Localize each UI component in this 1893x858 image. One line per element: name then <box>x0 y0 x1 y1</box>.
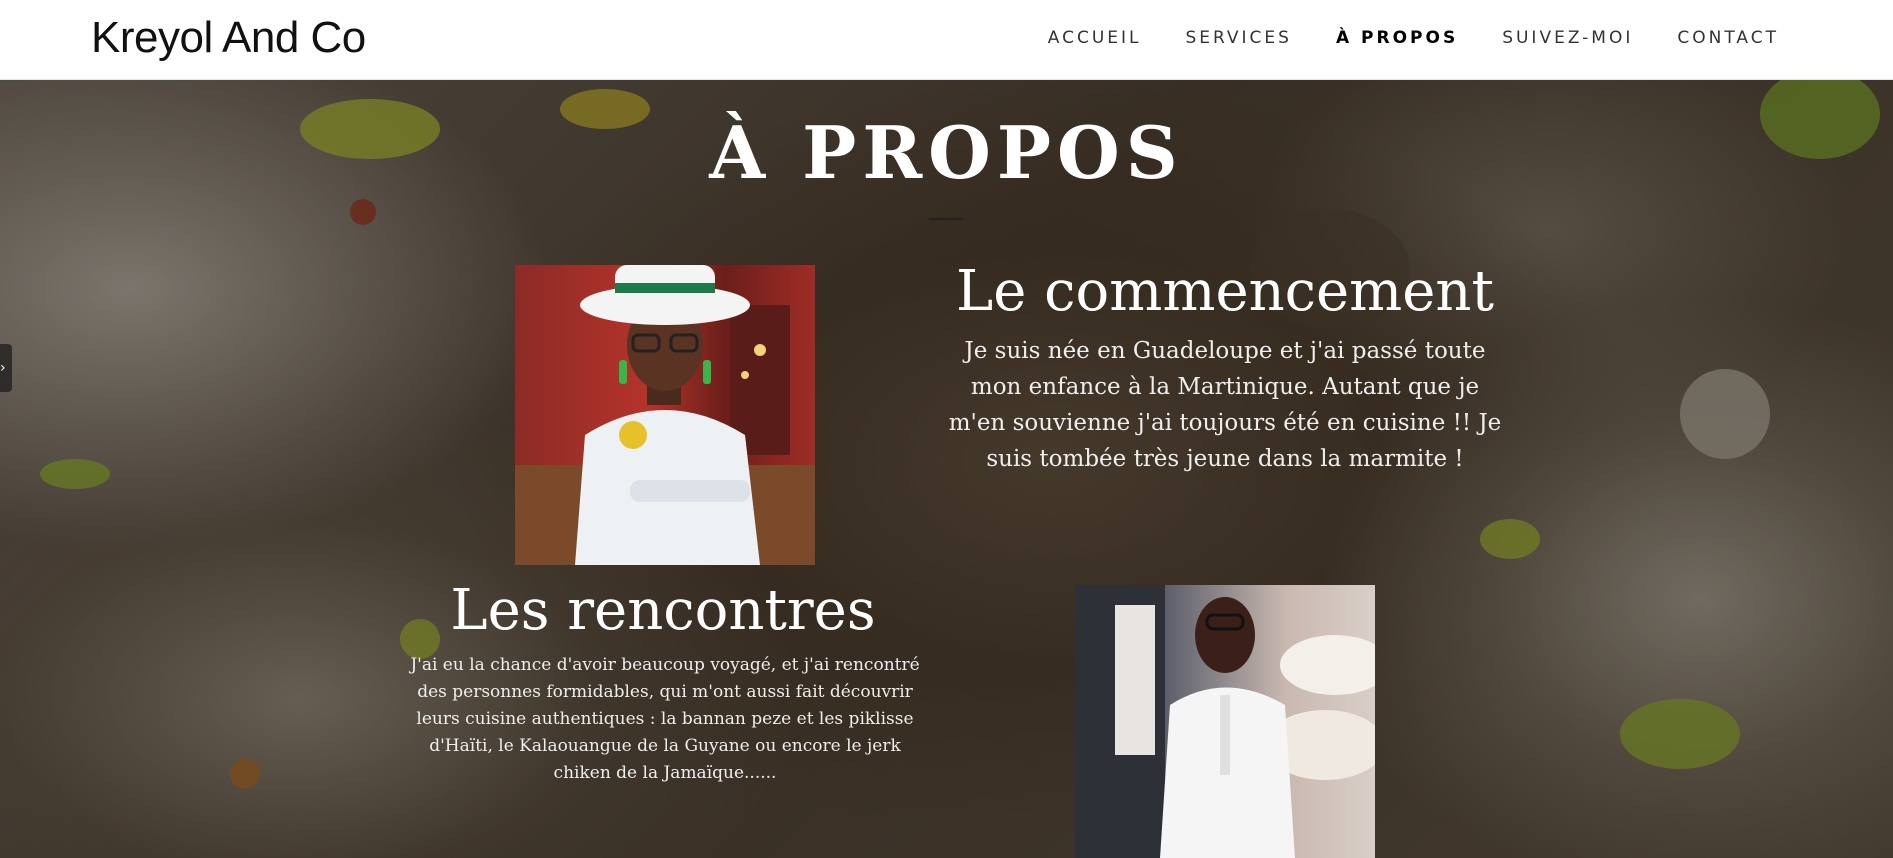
nav-item-suivez-moi[interactable]: SUIVEZ-MOI <box>1502 24 1633 52</box>
block-text-rencontres: J'ai eu la chance d'avoir beaucoup voyag… <box>410 655 920 783</box>
nav-item-services[interactable]: SERVICES <box>1186 24 1292 52</box>
block-text-commencement: Je suis née en Guadeloupe et j'ai passé … <box>948 338 1502 472</box>
site-header: Kreyol And Co ACCUEIL SERVICES À PROPOS … <box>0 0 1893 80</box>
chef-portrait-illustration <box>515 265 815 565</box>
chef-kitchen-photo <box>1075 585 1375 858</box>
chef-kitchen-illustration <box>1075 585 1375 858</box>
brand-logo[interactable]: Kreyol And Co <box>91 10 366 66</box>
block-heading-commencement: Le commencement <box>956 259 1494 324</box>
chevron-right-icon: › <box>0 360 6 376</box>
side-panel-toggle[interactable]: › <box>0 344 12 392</box>
nav-item-accueil[interactable]: ACCUEIL <box>1048 24 1142 52</box>
nav-item-contact[interactable]: CONTACT <box>1677 24 1779 52</box>
title-divider <box>929 218 963 220</box>
page-title: À PROPOS <box>709 110 1184 195</box>
chef-portrait-photo <box>515 265 815 565</box>
main-nav: ACCUEIL SERVICES À PROPOS SUIVEZ-MOI CON… <box>1004 24 1779 52</box>
block-heading-rencontres: Les rencontres <box>450 578 876 643</box>
nav-item-a-propos[interactable]: À PROPOS <box>1336 24 1458 52</box>
